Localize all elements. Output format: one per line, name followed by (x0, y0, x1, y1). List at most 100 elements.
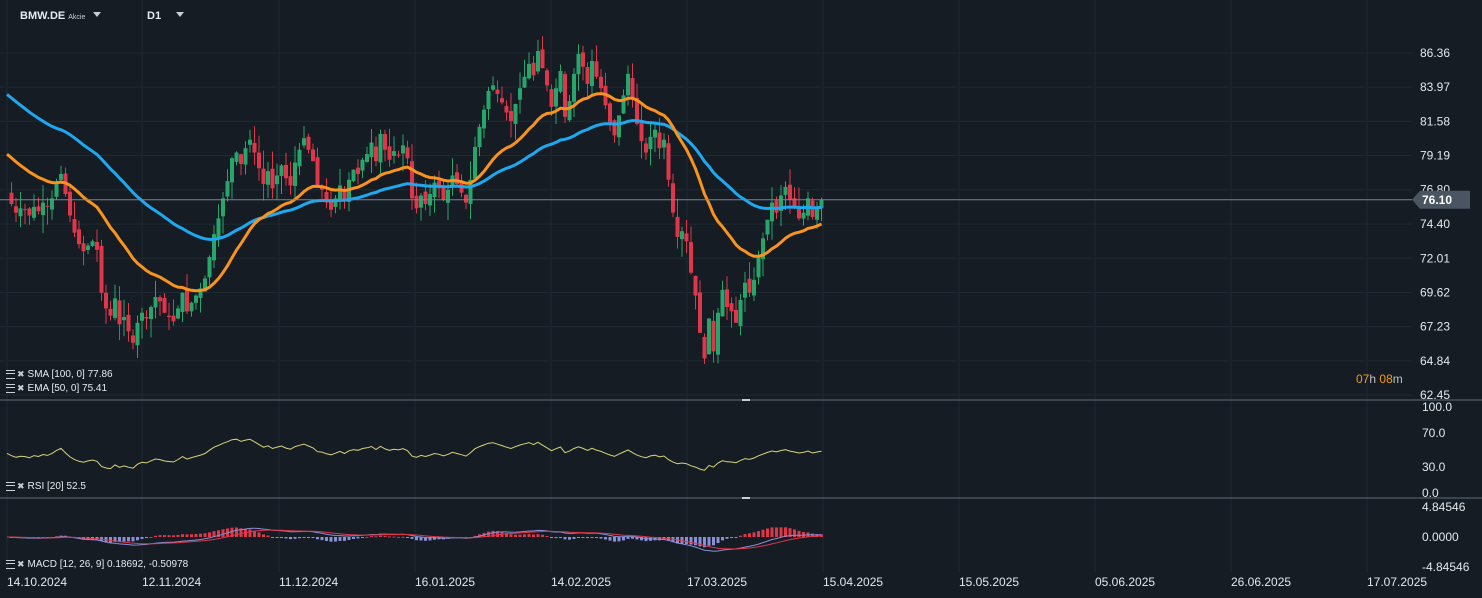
date-tick-label: 26.06.2025 (1231, 575, 1291, 589)
macd-histogram-bar (140, 537, 144, 539)
price-tick-label: 83.97 (1420, 80, 1450, 94)
ema-legend[interactable]: ✖ EMA [50, 0] 75.41 (6, 383, 107, 394)
candle-body (311, 149, 315, 162)
candle-body (356, 167, 360, 175)
candle-body (234, 152, 239, 162)
candle-body (167, 315, 171, 318)
timeframe-selector[interactable]: D1 (147, 10, 185, 22)
candle-body (414, 195, 419, 209)
candle-body (707, 318, 711, 355)
candle-body (59, 174, 63, 180)
rsi-legend[interactable]: ✖ RSI [20] 52.5 (6, 481, 86, 492)
candle-body (419, 195, 423, 208)
candle-body (585, 67, 590, 84)
macd-histogram-bar (370, 536, 373, 538)
candle-body (239, 154, 243, 164)
candle-body (293, 162, 297, 186)
macd-histogram-bar (766, 528, 769, 537)
candle-body (54, 184, 59, 197)
candle-body (720, 289, 725, 317)
candle-body (558, 71, 563, 92)
candle-body (477, 126, 482, 148)
candle-body (396, 154, 401, 156)
candle-body (374, 146, 378, 162)
macd-histogram-bar (365, 536, 369, 538)
macd-histogram-bar (109, 537, 112, 543)
macd-histogram-bar (527, 534, 531, 537)
candle-body (261, 168, 266, 185)
macd-histogram-bar (721, 537, 724, 541)
macd-histogram-bar (190, 534, 193, 537)
countdown-minutes-unit: m (1392, 372, 1403, 386)
candle-body (216, 218, 221, 239)
macd-histogram-bar (185, 534, 189, 537)
candle-body (99, 245, 104, 293)
macd-histogram-bar (136, 537, 139, 541)
settings-icon[interactable] (6, 481, 15, 491)
candle-body (207, 256, 212, 278)
candle-body (225, 181, 230, 197)
macd-histogram-bar (298, 537, 301, 539)
settings-icon[interactable] (6, 559, 15, 569)
sma-line (6, 93, 822, 241)
candle-body (702, 336, 707, 359)
macd-histogram-bar (343, 537, 346, 541)
candle-body (9, 192, 14, 205)
candle-body (531, 62, 536, 76)
rsi-tick-label: 100.0 (1422, 400, 1452, 414)
settings-icon[interactable] (6, 369, 15, 379)
candle-body (95, 241, 99, 250)
candle-body (387, 146, 392, 160)
macd-histogram-bar (509, 534, 513, 537)
candle-body (518, 88, 522, 100)
close-icon[interactable]: ✖ (17, 481, 25, 491)
macd-histogram-bar (743, 534, 747, 537)
settings-icon[interactable] (6, 383, 15, 393)
macd-histogram-bar (172, 535, 175, 537)
macd-histogram-bar (761, 529, 765, 537)
candle-body (306, 136, 311, 150)
macd-histogram-bar (568, 537, 571, 540)
candle-body (315, 157, 320, 187)
candle-body (572, 73, 576, 102)
candle-body (68, 191, 72, 216)
macd-histogram-bar (289, 537, 292, 540)
candle-body (581, 52, 585, 67)
trading-chart[interactable]: 86.3683.9781.5879.1976.8074.4072.0169.62… (0, 0, 1482, 598)
macd-histogram-bar (581, 537, 585, 538)
macd-histogram-bar (707, 537, 711, 546)
rsi-legend-text: RSI [20] 52.5 (27, 481, 86, 492)
candle-body (230, 158, 234, 183)
date-tick-label: 15.04.2025 (823, 575, 883, 589)
close-icon[interactable]: ✖ (17, 383, 25, 393)
macd-histogram-bar (127, 537, 130, 542)
countdown-minutes: 08 (1379, 372, 1393, 386)
macd-histogram-bar (307, 537, 310, 538)
macd-histogram-bar (770, 527, 774, 537)
pane-separators[interactable] (0, 399, 1482, 499)
instrument-type: Akcie (68, 14, 86, 21)
sma-legend[interactable]: ✖ SMA [100, 0] 77.86 (6, 369, 113, 380)
macd-legend[interactable]: ✖ MACD [12, 26, 9] 0.18692, -0.50978 (6, 559, 188, 570)
macd-histogram-bar (158, 535, 162, 537)
candle-body (122, 317, 126, 321)
date-tick-label: 16.01.2025 (415, 575, 475, 589)
chevron-down-icon (93, 11, 102, 17)
macd-histogram-bar (235, 527, 238, 537)
macd-histogram-bar (595, 537, 598, 538)
close-icon[interactable]: ✖ (17, 559, 25, 569)
candle-body (473, 146, 477, 179)
close-icon[interactable]: ✖ (17, 369, 25, 379)
symbol-selector[interactable]: BMW.DE Akcie (20, 10, 102, 22)
candle-body (27, 208, 32, 216)
macd-histogram-bar (572, 537, 576, 539)
macd-histogram-bar (167, 535, 171, 537)
price-axis: 86.3683.9781.5879.1976.8074.4072.0169.62… (1420, 46, 1450, 402)
macd-histogram-bar (410, 537, 414, 539)
macd-histogram-bar (716, 537, 720, 544)
candle-body (648, 136, 653, 150)
candle-body (747, 278, 752, 293)
macd-histogram-bar (145, 537, 148, 539)
candle-body (711, 320, 716, 352)
pane-resize-handle (742, 399, 750, 401)
